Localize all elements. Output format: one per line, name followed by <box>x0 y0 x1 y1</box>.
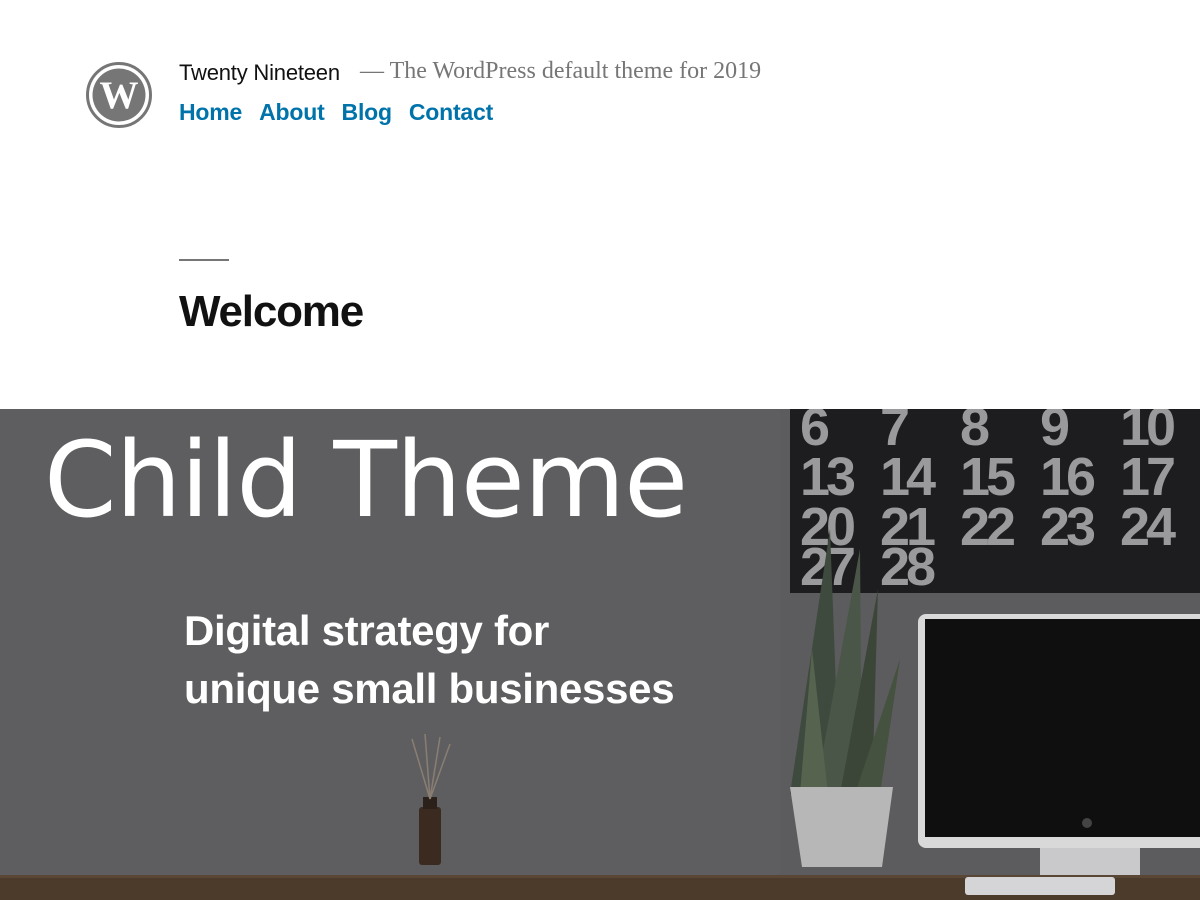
main-navigation: Home About Blog Contact <box>179 99 493 126</box>
calendar-number: 24 <box>1120 497 1176 557</box>
site-title[interactable]: Twenty Nineteen <box>179 60 340 86</box>
calendar-poster: 678910131415161720212223242728 <box>790 409 1200 597</box>
calendar-number: 23 <box>1040 497 1095 557</box>
page-title: Welcome <box>179 287 364 336</box>
hero-tagline: Digital strategy for unique small busine… <box>184 602 675 718</box>
title-divider <box>179 259 229 261</box>
hero-heading: Child Theme <box>44 419 688 541</box>
hero-tagline-line-1: Digital strategy for <box>184 607 550 654</box>
hero-cover: 678910131415161720212223242728 <box>0 409 1200 900</box>
calendar-number: 22 <box>960 497 1014 557</box>
nav-home[interactable]: Home <box>179 99 242 126</box>
site-description: — The WordPress default theme for 2019 <box>360 58 762 84</box>
svg-text:W: W <box>100 74 139 117</box>
computer-monitor <box>918 614 1200 883</box>
nav-blog[interactable]: Blog <box>342 99 393 126</box>
calendar-number: 28 <box>880 537 935 597</box>
nav-about[interactable]: About <box>259 99 325 126</box>
nav-contact[interactable]: Contact <box>409 99 493 126</box>
wordpress-logo-icon[interactable]: W <box>86 62 152 128</box>
hero-tagline-line-2: unique small businesses <box>184 665 675 712</box>
desk <box>0 875 1200 900</box>
